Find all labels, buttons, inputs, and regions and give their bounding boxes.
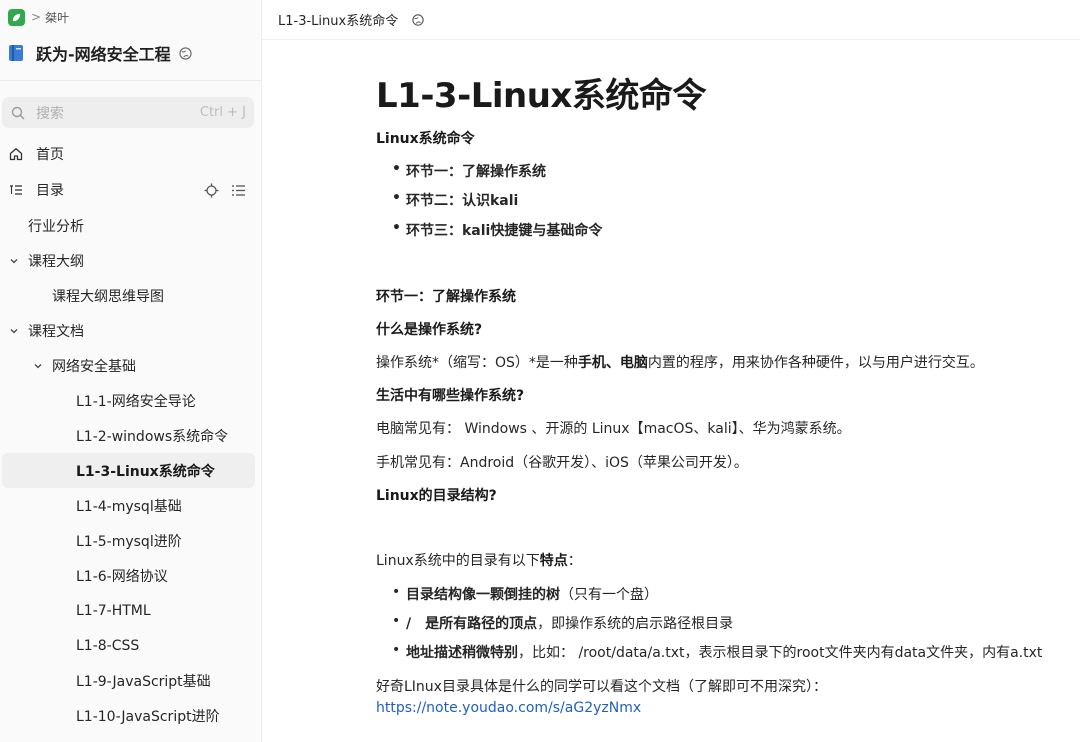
tree-item-label: L1-4-mysql基础: [76, 498, 182, 515]
search-placeholder: 搜索: [36, 105, 64, 122]
collapse-list-icon[interactable]: [231, 183, 246, 198]
header-doc-name[interactable]: L1-3-Linux系统命令: [278, 10, 398, 29]
tree-item-label: L1-10-JavaScript进阶: [76, 708, 220, 725]
nav-toc[interactable]: 目录: [0, 173, 262, 207]
home-icon: [9, 148, 23, 161]
toc-icon: [10, 185, 22, 195]
list-item: 环节三：kali快捷键与基础命令: [392, 220, 602, 240]
search-icon: [11, 106, 25, 119]
tree-item[interactable]: L1-5-mysql进阶: [0, 523, 262, 558]
tree-item-label: L1-7-HTML: [76, 602, 151, 619]
tree-item[interactable]: L1-6-网络协议: [0, 558, 262, 593]
search-shortcut: Ctrl + J: [199, 105, 246, 120]
sidebar: > 桀叶 跃为-网络安全工程 搜索 Ctrl + J 首页 目录 行业分析 课程…: [0, 0, 262, 742]
search-box[interactable]: 搜索 Ctrl + J: [2, 97, 254, 128]
pc-os-paragraph: 电脑常见有： Windows 、开源的 Linux【macOS、kali】、华为…: [376, 421, 851, 437]
tree-item[interactable]: L1-9-JavaScript基础: [0, 663, 262, 698]
book-icon: [9, 45, 23, 61]
tree-item[interactable]: 课程大纲: [0, 243, 262, 278]
locate-icon[interactable]: [204, 183, 219, 198]
doc-header-bar: L1-3-Linux系统命令: [262, 0, 1080, 40]
question-heading: Linux的目录结构?: [376, 488, 497, 504]
chevron-down-icon[interactable]: [9, 256, 19, 266]
tree-item[interactable]: 课程文档: [0, 313, 262, 348]
tree-item-label: 课程大纲思维导图: [52, 288, 164, 305]
list-item: 地址描述稍微特别，比如： /root/data/a.txt，表示根目录下的roo…: [392, 642, 1042, 662]
question-heading: 生活中有哪些操作系统?: [376, 388, 525, 404]
definition-paragraph: 操作系统*（缩写：OS）*是一种手机、电脑内置的程序，用来协作各种硬件，以与用户…: [376, 355, 984, 371]
list-item: 目录结构像一颗倒挂的树（只有一个盘）: [392, 584, 658, 604]
tree-item[interactable]: 课程大纲思维导图: [0, 278, 262, 313]
list-item: / 是所有路径的顶点，即操作系统的启示路径根目录: [392, 613, 733, 633]
breadcrumb-separator: >: [31, 10, 42, 24]
knowledge-base-name: 跃为-网络安全工程: [36, 45, 171, 64]
globe-icon: [179, 46, 192, 60]
features-paragraph: Linux系统中的目录有以下特点：: [376, 553, 582, 569]
intro-heading: Linux系统命令: [376, 131, 475, 147]
tree-item-label: 行业分析: [28, 218, 84, 235]
list-item: 环节二：认识kali: [392, 190, 518, 210]
breadcrumb: > 桀叶: [8, 6, 69, 28]
toc-tools: [204, 183, 246, 198]
tree-item-label: L1-1-网络安全导论: [76, 393, 196, 410]
nav-home[interactable]: 首页: [0, 137, 262, 171]
nav-toc-label: 目录: [36, 183, 64, 199]
tree-item-label: L1-8-CSS: [76, 637, 140, 654]
tree-item-label: L1-3-Linux系统命令: [76, 463, 215, 480]
chevron-down-icon[interactable]: [9, 326, 19, 336]
page-title: L1-3-Linux系统命令: [376, 76, 706, 116]
section-heading: 环节一：了解操作系统: [376, 289, 516, 305]
question-heading: 什么是操作系统?: [376, 322, 483, 338]
doc-link[interactable]: https://note.youdao.com/s/aG2yzNmx: [376, 700, 641, 716]
globe-icon[interactable]: [412, 13, 424, 26]
tree-item[interactable]: L1-7-HTML: [0, 593, 262, 628]
tree-item[interactable]: L1-3-Linux系统命令: [2, 453, 255, 488]
knowledge-base-title[interactable]: 跃为-网络安全工程: [8, 40, 192, 66]
tree-item[interactable]: 行业分析: [0, 208, 262, 243]
tree-item-label: 课程文档: [28, 323, 84, 340]
tree-item[interactable]: L1-4-mysql基础: [0, 488, 262, 523]
list-item: 环节一：了解操作系统: [392, 161, 546, 181]
nav-home-label: 首页: [36, 147, 64, 163]
chevron-down-icon[interactable]: [33, 361, 43, 371]
tree-item-label: 网络安全基础: [52, 358, 136, 375]
tree-item[interactable]: 网络安全基础: [0, 348, 262, 383]
sidebar-divider: [0, 80, 261, 81]
tree-item[interactable]: L1-8-CSS: [0, 628, 262, 663]
curious-paragraph: 好奇LInux目录具体是什么的同学可以看这个文档（了解即可不用深究）：: [376, 679, 827, 695]
tree-item-label: 课程大纲: [28, 253, 84, 270]
tree-item-label: L1-2-windows系统命令: [76, 428, 229, 445]
tree-item-label: L1-9-JavaScript基础: [76, 673, 211, 690]
tree-item-label: L1-5-mysql进阶: [76, 533, 182, 550]
tree-item[interactable]: L1-10-JavaScript进阶: [0, 698, 262, 733]
phone-os-paragraph: 手机常见有：Android（谷歌开发）、iOS（苹果公司开发）。: [376, 455, 748, 471]
tree-item[interactable]: L1-2-windows系统命令: [0, 418, 262, 453]
breadcrumb-space[interactable]: 桀叶: [45, 9, 69, 26]
app-logo-icon[interactable]: [8, 8, 25, 26]
tree-item[interactable]: L1-1-网络安全导论: [0, 383, 262, 418]
tree-item-label: L1-6-网络协议: [76, 568, 168, 585]
